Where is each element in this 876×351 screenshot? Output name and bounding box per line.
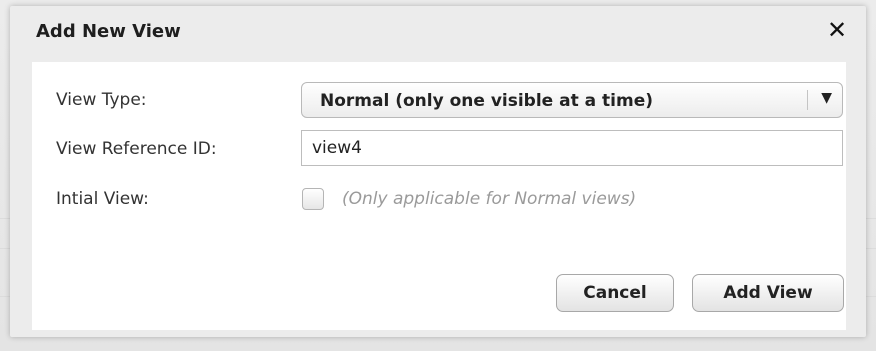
select-divider <box>807 90 808 110</box>
close-icon[interactable]: ✕ <box>824 17 850 43</box>
initial-view-checkbox[interactable] <box>302 188 324 210</box>
dialog-title: Add New View <box>36 21 181 42</box>
view-type-selected-value: Normal (only one visible at a time) <box>320 91 654 111</box>
view-type-label: View Type: <box>56 90 147 110</box>
view-reference-id-input[interactable] <box>301 130 843 166</box>
initial-view-label: Intial View: <box>56 189 149 209</box>
dialog-body: View Type: Normal (only one visible at a… <box>32 62 846 330</box>
initial-view-hint: (Only applicable for Normal views) <box>342 189 637 209</box>
cancel-button[interactable]: Cancel <box>556 274 674 312</box>
triangle-down-icon: ▼ <box>821 90 832 106</box>
add-view-button[interactable]: Add View <box>692 274 844 312</box>
add-new-view-dialog: Add New View ✕ View Type: Normal (only o… <box>10 6 866 337</box>
view-reference-id-label: View Reference ID: <box>56 139 217 159</box>
dialog-header: Add New View ✕ <box>10 6 866 58</box>
view-type-select[interactable]: Normal (only one visible at a time) ▼ <box>301 82 843 118</box>
